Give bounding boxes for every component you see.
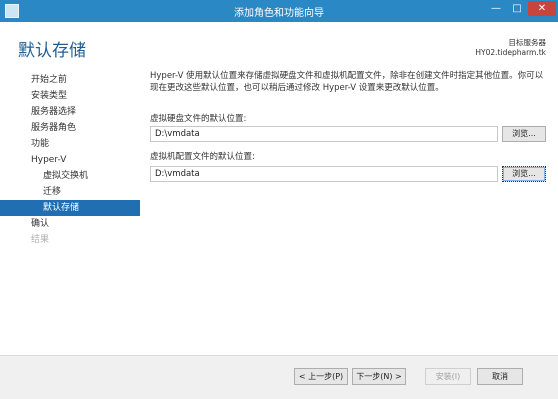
vhd-location-field[interactable]: D:\vmdata xyxy=(150,126,498,142)
page-title: 默认存储 xyxy=(18,41,86,61)
content-pane: Hyper-V 使用默认位置来存储虚拟硬盘文件和虚拟机配置文件，除非在创建文件时… xyxy=(150,70,546,182)
vhd-location-label: 虚拟硬盘文件的默认位置: xyxy=(150,114,247,124)
nav-item-default-stores[interactable]: 默认存储 xyxy=(0,200,140,216)
nav-item-virtual-switches[interactable]: 虚拟交换机 xyxy=(0,168,140,184)
nav-item-features[interactable]: 功能 xyxy=(0,136,140,152)
nav-item-results: 结果 xyxy=(31,235,50,245)
next-button[interactable]: 下一步(N) > xyxy=(352,368,406,385)
nav-item-confirmation[interactable]: 确认 xyxy=(0,216,140,232)
vm-location-label: 虚拟机配置文件的默认位置: xyxy=(150,152,255,162)
vm-location-field[interactable]: D:\vmdata xyxy=(150,166,498,182)
footer-bar: < 上一步(P) 下一步(N) > 安装(I) 取消 xyxy=(0,355,558,399)
destination-server-name: HY02.tidepharm.tk xyxy=(475,48,546,57)
close-icon[interactable]: ✕ xyxy=(528,1,556,16)
wizard-nav: 开始之前 安装类型 服务器选择 服务器角色 功能 Hyper-V 虚拟交换机 迁… xyxy=(0,72,140,248)
maximize-icon[interactable]: □ xyxy=(507,1,527,16)
nav-item-server-roles[interactable]: 服务器角色 xyxy=(0,120,140,136)
minimize-icon[interactable]: — xyxy=(486,1,506,16)
title-bar[interactable]: 添加角色和功能向导 — □ ✕ xyxy=(0,0,558,22)
nav-item-hyper-v[interactable]: Hyper-V xyxy=(0,152,140,168)
vm-browse-button[interactable]: 浏览... xyxy=(502,166,546,182)
nav-item-before-you-begin[interactable]: 开始之前 xyxy=(0,72,140,88)
install-button: 安装(I) xyxy=(425,368,471,385)
nav-item-server-selection[interactable]: 服务器选择 xyxy=(0,104,140,120)
destination-label: 目标服务器 xyxy=(508,38,547,47)
nav-item-installation-type[interactable]: 安装类型 xyxy=(0,88,140,104)
cancel-button[interactable]: 取消 xyxy=(477,368,523,385)
window-title: 添加角色和功能向导 xyxy=(234,8,324,19)
nav-item-migration[interactable]: 迁移 xyxy=(0,184,140,200)
previous-button[interactable]: < 上一步(P) xyxy=(294,368,348,385)
destination-server-info: 目标服务器 HY02.tidepharm.tk xyxy=(475,38,546,58)
vhd-browse-button[interactable]: 浏览... xyxy=(502,126,546,142)
description-text: Hyper-V 使用默认位置来存储虚拟硬盘文件和虚拟机配置文件，除非在创建文件时… xyxy=(150,71,544,93)
